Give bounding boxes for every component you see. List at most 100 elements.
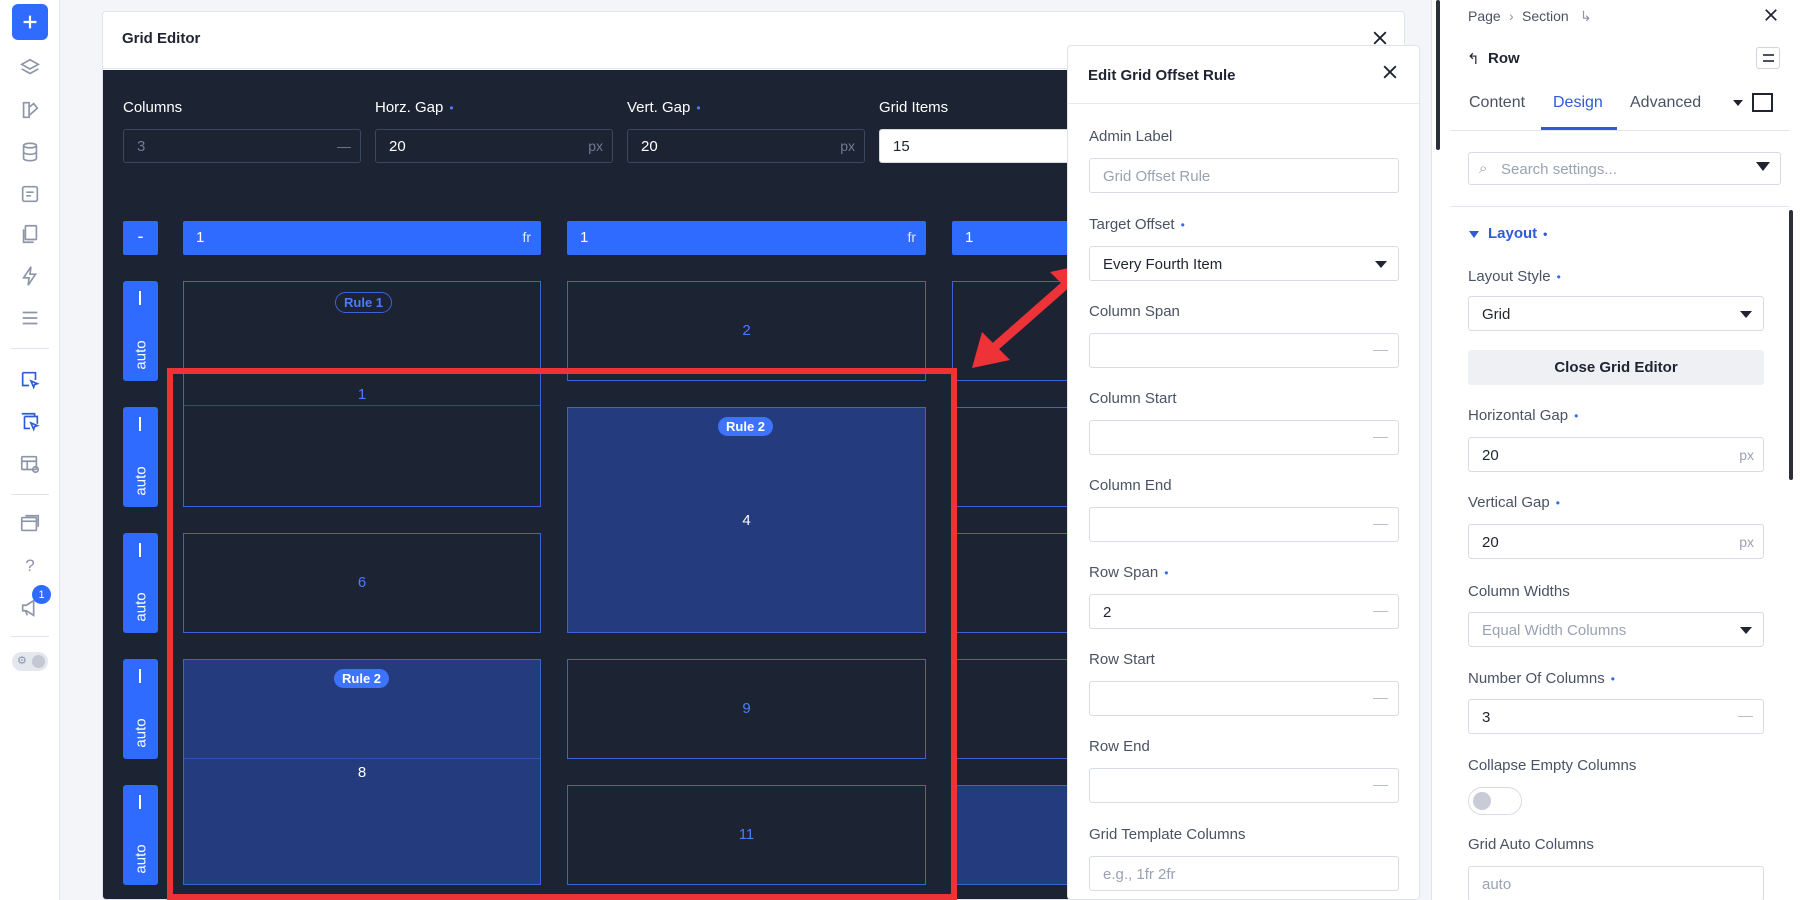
- canvas-scrollbar[interactable]: [1436, 0, 1440, 150]
- grid-items-value: 15: [893, 138, 910, 155]
- column-widths-select[interactable]: Equal Width Columns: [1468, 612, 1764, 647]
- row-start-label: Row Start: [1089, 651, 1155, 668]
- rule-panel-header: Edit Grid Offset Rule: [1068, 46, 1419, 104]
- row-handle: [139, 543, 141, 557]
- tab-advanced[interactable]: Advanced: [1630, 94, 1701, 112]
- row-size-label: auto: [132, 718, 149, 748]
- grid-template-columns-input[interactable]: e.g., 1fr 2fr: [1089, 856, 1399, 891]
- windows-button[interactable]: [12, 506, 48, 542]
- modified-dot: •: [449, 101, 454, 115]
- menu-line: [1763, 60, 1774, 62]
- horz-gap-input[interactable]: 20 px: [375, 129, 613, 163]
- layout-style-value: Grid: [1482, 306, 1511, 323]
- highlight-box: [167, 368, 957, 900]
- select-grid-button[interactable]: [12, 362, 48, 398]
- target-offset-select[interactable]: Every Fourth Item: [1089, 246, 1399, 281]
- close-grid-editor-button[interactable]: Close Grid Editor: [1468, 350, 1764, 385]
- breadcrumb-section[interactable]: Section: [1522, 8, 1569, 24]
- column-end-label: Column End: [1089, 477, 1172, 494]
- modified-dot: •: [1555, 496, 1560, 510]
- back-arrow-icon[interactable]: ↰: [1467, 50, 1480, 68]
- database-button[interactable]: [12, 134, 48, 170]
- grid-auto-columns-placeholder: auto: [1482, 876, 1512, 893]
- rule-panel-title: Edit Grid Offset Rule: [1088, 67, 1236, 84]
- settings-scrollbar[interactable]: [1789, 210, 1793, 480]
- row-header-2[interactable]: auto: [123, 407, 158, 507]
- breadcrumb-separator: ›: [1509, 8, 1514, 24]
- list-button[interactable]: [12, 300, 48, 336]
- layout-section-toggle[interactable]: Layout •: [1488, 225, 1547, 242]
- list-icon: [22, 311, 38, 325]
- element-title: Row: [1488, 50, 1520, 67]
- tab-content[interactable]: Content: [1469, 94, 1525, 112]
- grid-item-2[interactable]: 2: [567, 281, 926, 381]
- grid-item-number: 2: [742, 322, 751, 339]
- column-start-input[interactable]: [1089, 420, 1399, 455]
- rule-panel-close-button[interactable]: [1380, 62, 1404, 86]
- grid-template-columns-label: Grid Template Columns: [1089, 826, 1246, 843]
- row-size-label: auto: [132, 340, 149, 370]
- settings-search-input[interactable]: ⌕ Search settings...: [1468, 152, 1781, 185]
- row-size-label: auto: [132, 844, 149, 874]
- vertical-gap-input[interactable]: 20 px: [1468, 524, 1764, 559]
- collapse-empty-columns-toggle[interactable]: [1468, 787, 1522, 815]
- layout-style-select[interactable]: Grid: [1468, 296, 1764, 331]
- vertical-gap-value: 20: [1482, 534, 1499, 551]
- columns-input[interactable]: 3 —: [123, 129, 361, 163]
- column-span-input[interactable]: [1089, 333, 1399, 368]
- rule-1-badge: Rule 1: [335, 292, 393, 313]
- column-header-1[interactable]: 1 fr: [183, 221, 541, 255]
- row-start-input[interactable]: [1089, 681, 1399, 716]
- columns-value: 3: [137, 138, 146, 155]
- filter-icon[interactable]: [1756, 162, 1770, 171]
- form-button[interactable]: [12, 176, 48, 212]
- remove-column-button[interactable]: -: [123, 221, 158, 255]
- dash-icon: [1373, 611, 1388, 612]
- gear-icon: ⚙: [17, 655, 27, 667]
- grid-auto-columns-input[interactable]: auto: [1468, 866, 1764, 900]
- column-widths-placeholder: Equal Width Columns: [1482, 622, 1627, 639]
- chevron-down-icon: [1375, 261, 1387, 268]
- theme-toggle[interactable]: ⚙: [12, 652, 48, 671]
- tab-design[interactable]: Design: [1553, 94, 1603, 112]
- layout-preview-button[interactable]: [12, 446, 48, 482]
- horizontal-gap-input[interactable]: 20 px: [1468, 437, 1764, 472]
- column-end-input[interactable]: [1089, 507, 1399, 542]
- target-offset-value: Every Fourth Item: [1103, 256, 1223, 273]
- add-button[interactable]: [12, 4, 48, 40]
- theme-builder-button[interactable]: [12, 92, 48, 128]
- modified-dot: •: [1610, 672, 1615, 686]
- modal-title: Grid Editor: [122, 30, 201, 47]
- row-header-3[interactable]: auto: [123, 533, 158, 633]
- column-start-label: Column Start: [1089, 390, 1177, 407]
- settings-close-button[interactable]: [1762, 6, 1784, 28]
- row-header-4[interactable]: auto: [123, 659, 158, 759]
- chevron-down-icon: [1740, 311, 1752, 318]
- vert-gap-input[interactable]: 20 px: [627, 129, 865, 163]
- tabs-dropdown-icon[interactable]: [1733, 100, 1743, 106]
- select-grid-multi-button[interactable]: [12, 404, 48, 440]
- admin-label-input[interactable]: Grid Offset Rule: [1089, 158, 1399, 193]
- column-width-value: 1: [580, 229, 589, 246]
- layers-button[interactable]: [12, 50, 48, 86]
- vert-gap-value: 20: [641, 138, 658, 155]
- column-header-2[interactable]: 1 fr: [567, 221, 926, 255]
- column-widths-label: Column Widths: [1468, 583, 1570, 600]
- responsive-view-icon[interactable]: [1752, 93, 1773, 112]
- interactions-button[interactable]: [12, 258, 48, 294]
- row-size-label: auto: [132, 592, 149, 622]
- row-span-value: 2: [1103, 604, 1112, 621]
- chevron-down-icon[interactable]: [1469, 231, 1479, 238]
- breadcrumb-page[interactable]: Page: [1468, 8, 1501, 24]
- row-span-input[interactable]: 2: [1089, 594, 1399, 629]
- number-of-columns-input[interactable]: 3: [1468, 699, 1764, 734]
- row-header-5[interactable]: auto: [123, 785, 158, 885]
- toolbar-divider: [11, 494, 49, 495]
- left-toolbar: ? 1 ⚙: [0, 0, 60, 900]
- help-icon[interactable]: ?: [12, 548, 48, 584]
- row-end-input[interactable]: [1089, 768, 1399, 803]
- element-options-button[interactable]: [1756, 47, 1780, 69]
- pages-button[interactable]: [12, 216, 48, 252]
- theme-icon: [22, 101, 39, 119]
- row-header-1[interactable]: auto: [123, 281, 158, 381]
